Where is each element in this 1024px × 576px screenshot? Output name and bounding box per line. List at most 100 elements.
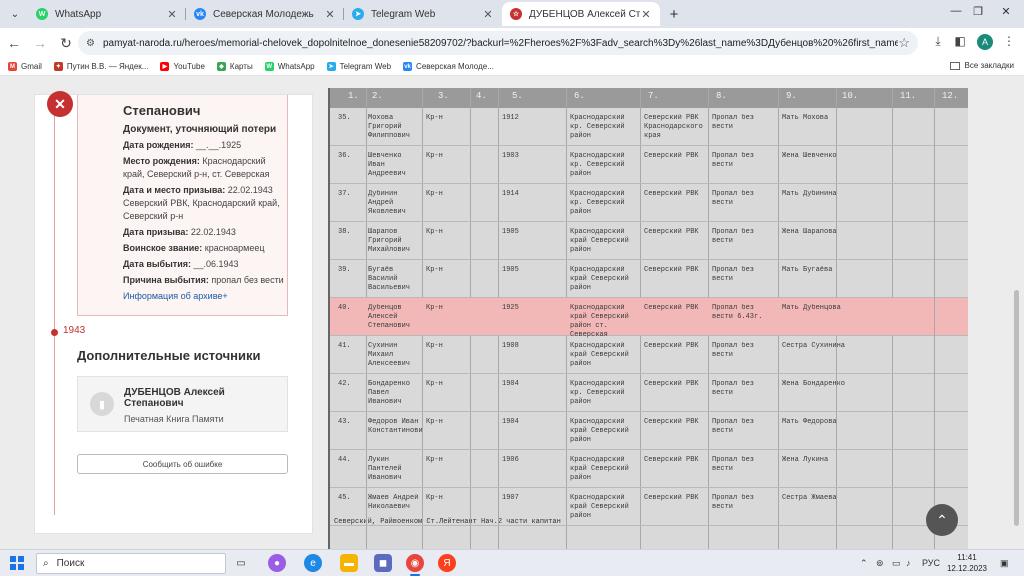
scroll-to-top-button[interactable]: ⌃ bbox=[926, 504, 958, 536]
cell-status: Пропал без вести bbox=[712, 114, 755, 131]
source-name[interactable]: ДУБЕНЦОВ Алексей Степанович bbox=[124, 387, 277, 409]
notifications-icon[interactable]: ▣ bbox=[1000, 558, 1009, 569]
cell-no: 41. bbox=[338, 342, 351, 350]
browser-tab[interactable]: ☆ ДУБЕНЦОВ Алексей Степанович✕ bbox=[502, 2, 660, 26]
tab-title: Северская Молодежь bbox=[213, 8, 314, 20]
network-icon[interactable]: ⊚ bbox=[876, 558, 884, 569]
store-icon[interactable]: ◼ bbox=[374, 554, 392, 572]
sources-title: Дополнительные источники bbox=[77, 348, 261, 363]
edge-icon[interactable]: e bbox=[304, 554, 322, 572]
reload-button[interactable]: ↻ bbox=[54, 31, 78, 55]
browser-tab[interactable]: vk Северская Молодежь ✕ bbox=[186, 2, 344, 26]
timeline-year: 1943 bbox=[63, 325, 86, 336]
cell-kin: Мать Дубенцова bbox=[782, 304, 841, 312]
bookmark-item[interactable]: ➤ Telegram Web bbox=[326, 62, 391, 71]
close-tab-icon[interactable]: ✕ bbox=[640, 8, 652, 21]
cell-rank: Кр-н bbox=[426, 152, 443, 160]
bookmark-star-icon[interactable]: ☆ bbox=[898, 35, 910, 51]
cell-rvk: Северский РВК bbox=[644, 456, 699, 464]
bookmark-label: YouTube bbox=[173, 62, 205, 71]
maximize-icon[interactable]: ❐ bbox=[968, 5, 988, 18]
bookmark-item[interactable]: ▶ YouTube bbox=[160, 62, 205, 71]
taskbar-search[interactable]: ⌕ Поиск bbox=[36, 553, 226, 574]
cell-kin: Мать Бугаёва bbox=[782, 266, 833, 274]
chrome-icon[interactable]: ◉ bbox=[406, 554, 424, 576]
document-type: Документ, уточняющий потери bbox=[123, 124, 277, 135]
field-value: __.__.1925 bbox=[196, 140, 242, 150]
cell-rvk: Северский РВК bbox=[644, 190, 699, 198]
page-scrollbar[interactable] bbox=[1014, 290, 1019, 526]
bookmark-item[interactable]: ✦ Путин В.В. — Яндек... bbox=[53, 62, 148, 71]
tab-list: W WhatsApp ✕ vk Северская Молодежь ✕ ➤ Telegram… bbox=[28, 2, 684, 26]
bookmark-icon: ◆ bbox=[216, 62, 226, 71]
report-error-button[interactable]: Сообщить об ошибке bbox=[77, 454, 288, 474]
table-row: 36. Шевченко Иван Андреевич Кр-н 1903 Красно… bbox=[330, 146, 968, 184]
profile-avatar[interactable]: A bbox=[977, 34, 993, 50]
close-tab-icon[interactable]: ✕ bbox=[166, 8, 178, 21]
cell-kin: Жена Лукина bbox=[782, 456, 829, 464]
column-number: 4. bbox=[476, 91, 487, 101]
field-value: __.06.1943 bbox=[193, 259, 239, 269]
cell-kin: Жена Бондаренко bbox=[782, 380, 846, 388]
field-label: Дата призыва: bbox=[123, 227, 189, 237]
task-view-icon[interactable]: ▭ bbox=[232, 554, 250, 572]
all-bookmarks-label: Все закладки bbox=[964, 61, 1014, 70]
record-field: Место рождения: Краснодарский край, Севе… bbox=[123, 155, 289, 181]
close-tab-icon[interactable]: ✕ bbox=[324, 8, 336, 21]
cell-kin: Мать Дубинина bbox=[782, 190, 837, 198]
file-explorer-icon[interactable]: ▬ bbox=[340, 554, 358, 572]
cell-rvk: Северский РВК bbox=[644, 418, 699, 426]
cell-kin: Мать Мохова bbox=[782, 114, 829, 122]
timeline-dot bbox=[51, 329, 58, 336]
cell-place: Краснодарский край Северский район ст. С… bbox=[570, 304, 629, 339]
cell-no: 45. bbox=[338, 494, 351, 502]
site-info-icon[interactable]: ⚙ bbox=[86, 38, 95, 49]
browser-tab[interactable]: W WhatsApp ✕ bbox=[28, 2, 186, 26]
bookmark-item[interactable]: M Gmail bbox=[8, 62, 42, 71]
language-indicator[interactable]: РУС bbox=[922, 558, 940, 568]
bookmark-item[interactable]: W WhatsApp bbox=[264, 62, 315, 71]
source-card[interactable]: ▮ ДУБЕНЦОВ Алексей Степанович Печатная К… bbox=[77, 376, 288, 432]
forward-button[interactable]: → bbox=[28, 31, 52, 55]
menu-icon[interactable]: ⋮ bbox=[1000, 34, 1018, 48]
table-divider bbox=[934, 88, 935, 549]
start-button[interactable] bbox=[10, 556, 24, 570]
cell-year: 1906 bbox=[502, 456, 519, 464]
table-row: 44. Лукин Пантелей Иванович Кр-н 1906 Красно… bbox=[330, 450, 968, 488]
side-panel-icon[interactable]: ◧ bbox=[951, 34, 969, 48]
clock[interactable]: 11:41 12.12.2023 bbox=[944, 552, 990, 574]
cell-name: Лукин Пантелей Иванович bbox=[368, 456, 402, 482]
cell-status: Пропал без вести bbox=[712, 266, 755, 283]
archive-info-link[interactable]: Информация об архиве+ bbox=[123, 290, 289, 303]
close-tab-icon[interactable]: ✕ bbox=[482, 8, 494, 21]
display-icon[interactable]: ▭ bbox=[892, 558, 901, 569]
page-content: ✕ Степанович Документ, уточняющий потери… bbox=[0, 76, 1024, 549]
minimize-icon[interactable]: — bbox=[946, 5, 966, 17]
copilot-icon[interactable]: ● bbox=[268, 554, 286, 572]
tab-title: Telegram Web bbox=[371, 8, 436, 20]
address-bar[interactable]: ⚙ pamyat-naroda.ru/heroes/memorial-chelo… bbox=[78, 31, 918, 55]
bookmark-item[interactable]: vk Северская Молоде... bbox=[403, 62, 494, 71]
volume-icon[interactable]: ♪ bbox=[906, 558, 911, 568]
cell-kin: Мать Федорова bbox=[782, 418, 837, 426]
cell-no: 36. bbox=[338, 152, 351, 160]
tab-search-button[interactable]: ⌄ bbox=[6, 5, 24, 23]
browser-tab[interactable]: ➤ Telegram Web ✕ bbox=[344, 2, 502, 26]
cell-rank: Кр-н bbox=[426, 380, 443, 388]
bookmark-item[interactable]: ◆ Карты bbox=[216, 62, 253, 71]
close-window-icon[interactable]: ✕ bbox=[996, 5, 1016, 18]
yandex-icon[interactable]: Я bbox=[438, 554, 456, 572]
url-text[interactable]: pamyat-naroda.ru/heroes/memorial-chelove… bbox=[103, 38, 898, 49]
document-icon: ▮ bbox=[90, 392, 114, 416]
table-row: 45. Жмаев Андрей Николаевич Кр-н 1907 Красно… bbox=[330, 488, 968, 526]
back-button[interactable]: ← bbox=[2, 31, 26, 55]
table-row: 37. Дубинин Андрей Яковлевич Кр-н 1914 Красн… bbox=[330, 184, 968, 222]
cell-year: 1925 bbox=[502, 304, 519, 312]
download-icon[interactable]: ⤓ bbox=[929, 34, 947, 49]
all-bookmarks-button[interactable]: Все закладки bbox=[949, 61, 1014, 70]
tab-strip: ⌄ W WhatsApp ✕ vk Северская Молодежь ✕ ➤ Telegr… bbox=[0, 0, 1024, 28]
record-name: Степанович bbox=[123, 103, 201, 118]
document-scan[interactable]: 1. 2. 3. 4. 5. 6. 7. 8. 9. 10. 11. 12. Северский, Р… bbox=[328, 88, 968, 549]
new-tab-button[interactable]: + bbox=[664, 4, 684, 24]
tray-chevron-icon[interactable]: ⌃ bbox=[860, 558, 868, 569]
